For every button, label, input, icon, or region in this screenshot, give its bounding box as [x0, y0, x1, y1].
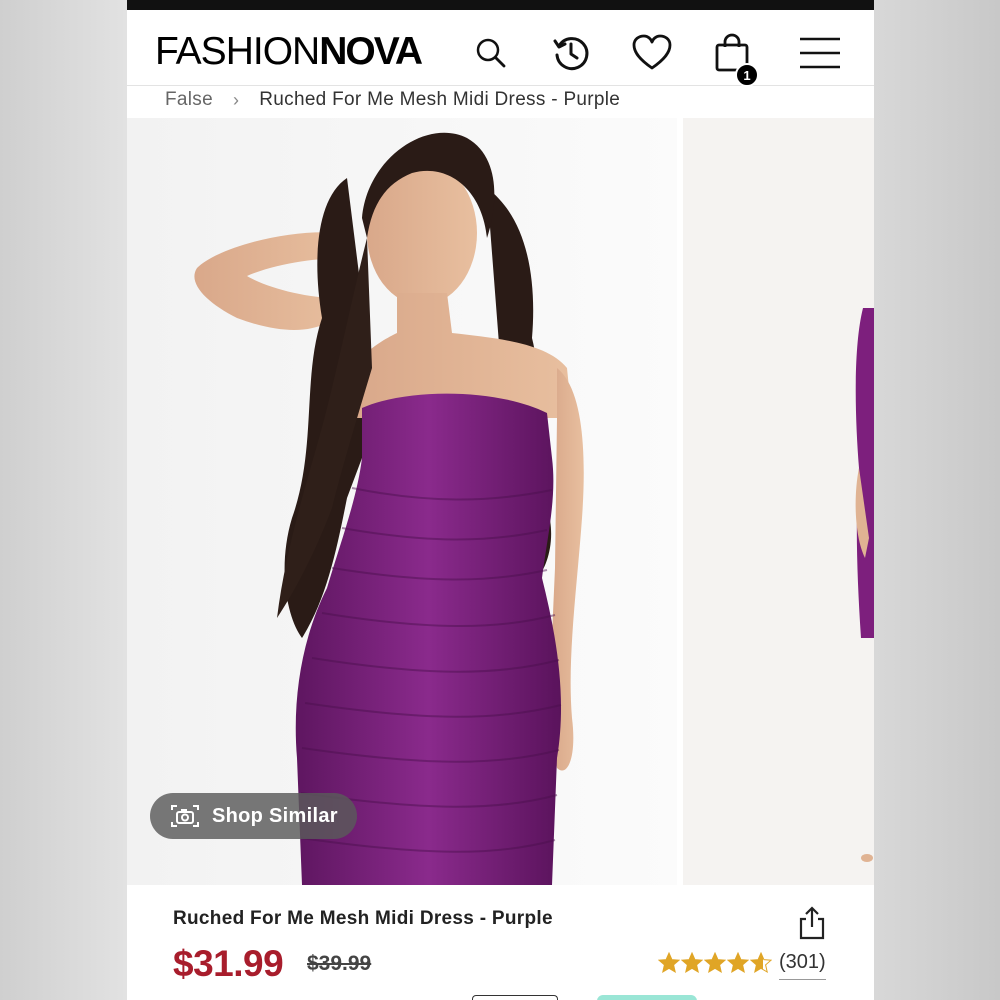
- share-icon[interactable]: [797, 905, 827, 941]
- menu-icon[interactable]: [797, 30, 843, 76]
- shop-similar-button[interactable]: Shop Similar: [150, 793, 357, 839]
- shop-similar-label: Shop Similar: [212, 804, 338, 827]
- site-header: FASHIONNOVA 1: [127, 10, 874, 87]
- star-icon: [704, 952, 726, 974]
- logo-text-fashion: FASHION: [155, 30, 320, 73]
- original-price: $39.99: [307, 952, 372, 975]
- breadcrumb-home-link[interactable]: False: [165, 89, 213, 111]
- sale-price: $31.99: [173, 943, 284, 984]
- review-count-link[interactable]: (301): [779, 951, 826, 980]
- product-photo-next[interactable]: [683, 118, 874, 885]
- phone-screen: FASHIONNOVA 1 False › Ruched For Me Mesh…: [127, 0, 874, 1000]
- right-backdrop: [874, 0, 1000, 1000]
- star-icon: [681, 952, 703, 974]
- rating-stars[interactable]: [658, 952, 772, 974]
- star-icon: [658, 952, 680, 974]
- search-icon[interactable]: [468, 30, 514, 76]
- logo-text-nova: NOVA: [319, 30, 423, 73]
- product-image-gallery[interactable]: Shop Similar: [127, 118, 874, 885]
- status-bar: [127, 0, 874, 10]
- product-info-panel: Ruched For Me Mesh Midi Dress - Purple $…: [127, 885, 874, 1000]
- heart-icon[interactable]: [629, 30, 675, 76]
- history-icon[interactable]: [548, 30, 594, 76]
- brand-logo[interactable]: FASHIONNOVA: [155, 30, 423, 73]
- breadcrumb: False › Ruched For Me Mesh Midi Dress - …: [165, 88, 620, 112]
- promo-pill-peek[interactable]: [597, 995, 697, 1000]
- product-photo-main[interactable]: [127, 118, 677, 885]
- star-icon: [750, 952, 772, 974]
- size-option-peek[interactable]: [472, 995, 558, 1000]
- breadcrumb-separator: ›: [232, 89, 240, 110]
- cart-count-badge: 1: [735, 63, 759, 87]
- camera-icon: [170, 804, 200, 828]
- star-icon: [727, 952, 749, 974]
- breadcrumb-current: Ruched For Me Mesh Midi Dress - Purple: [259, 89, 621, 110]
- left-backdrop: [0, 0, 127, 1000]
- product-title: Ruched For Me Mesh Midi Dress - Purple: [173, 908, 553, 929]
